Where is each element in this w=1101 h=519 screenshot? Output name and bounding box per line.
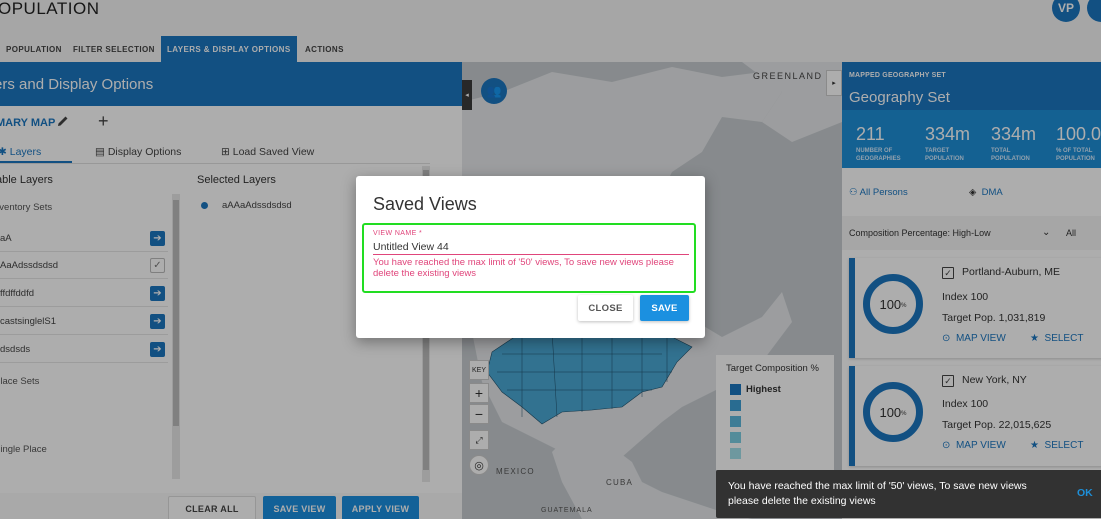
view-name-label: VIEW NAME * bbox=[373, 230, 423, 237]
snackbar-ok-button[interactable]: OK bbox=[1077, 487, 1093, 499]
view-name-error: You have reached the max limit of '50' v… bbox=[373, 257, 674, 279]
snackbar-message: You have reached the max limit of '50' v… bbox=[728, 480, 1027, 507]
dialog-title: Saved Views bbox=[373, 194, 477, 214]
view-name-input[interactable] bbox=[373, 240, 689, 255]
close-button[interactable]: CLOSE bbox=[578, 295, 633, 321]
save-button[interactable]: SAVE bbox=[640, 295, 689, 321]
